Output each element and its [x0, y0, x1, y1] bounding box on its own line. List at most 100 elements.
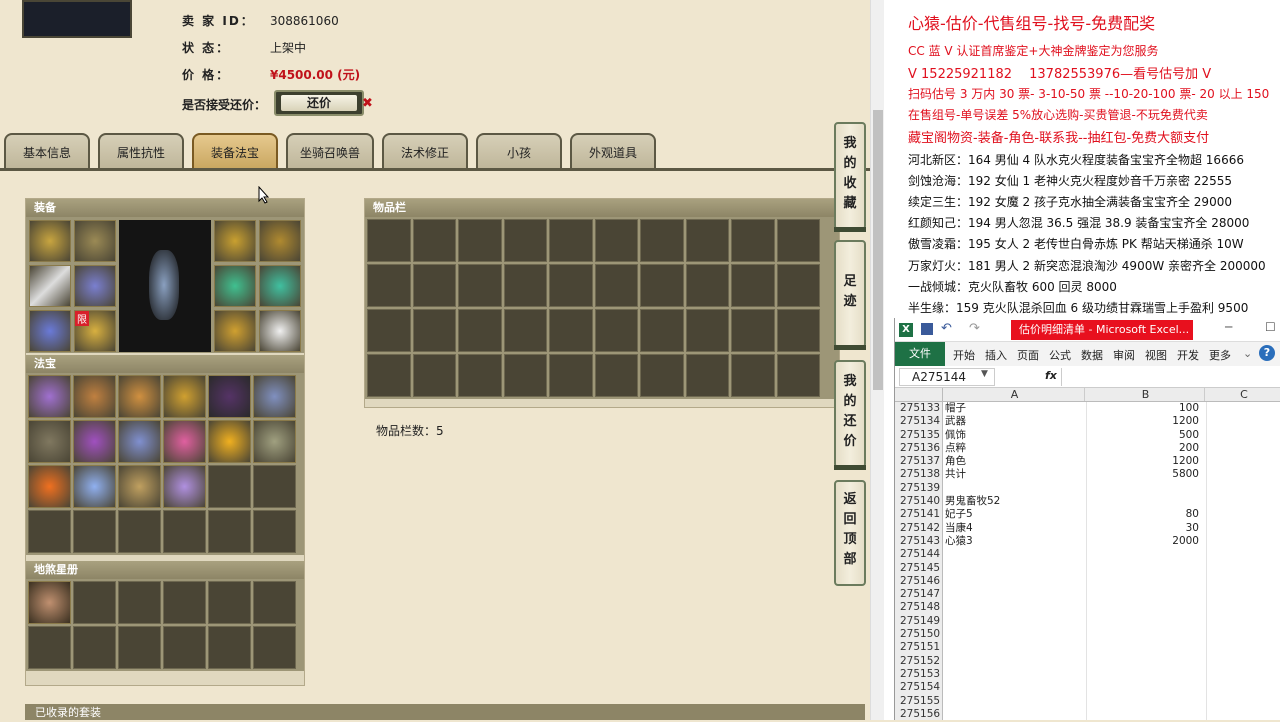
inventory-slot[interactable] — [367, 354, 411, 397]
inventory-slot[interactable] — [549, 354, 593, 397]
cell-a[interactable]: 妃子5 — [945, 508, 1085, 521]
fabao-slot[interactable] — [118, 465, 161, 508]
make-offer-button[interactable]: 还价 — [274, 90, 364, 116]
inventory-slot[interactable] — [594, 354, 638, 397]
inventory-slot[interactable] — [412, 219, 456, 262]
row-number[interactable]: 275155 — [895, 694, 943, 708]
row-number[interactable]: 275135 — [895, 428, 943, 442]
formula-input[interactable] — [1061, 368, 1280, 386]
star-slot[interactable] — [163, 626, 206, 669]
tab-file[interactable]: 文件 — [895, 342, 945, 366]
tab-spell-mod[interactable]: 法术修正 — [382, 133, 468, 169]
cell-a[interactable]: 点粹 — [945, 442, 1085, 455]
help-icon[interactable]: ? — [1259, 345, 1275, 361]
column-header-a[interactable]: A — [945, 388, 1085, 401]
row-number[interactable]: 275146 — [895, 574, 943, 589]
fabao-slot[interactable] — [253, 465, 296, 508]
sheet-row[interactable]: 275141 妃子5 80 — [895, 508, 1280, 522]
inventory-slot[interactable] — [412, 309, 456, 352]
fabao-slot[interactable] — [73, 510, 116, 553]
close-icon[interactable]: ✖ — [362, 96, 373, 111]
fabao-slot[interactable] — [163, 465, 206, 508]
cell-b[interactable]: 30 — [1087, 522, 1203, 535]
inventory-slot[interactable] — [503, 354, 547, 397]
fabao-slot[interactable] — [253, 510, 296, 553]
row-number[interactable]: 275138 — [895, 468, 943, 482]
sheet-row[interactable]: 275155 — [895, 694, 1280, 708]
cell-b[interactable]: 1200 — [1087, 415, 1203, 428]
inventory-slot[interactable] — [731, 309, 775, 352]
sheet-row[interactable]: 275144 — [895, 548, 1280, 562]
tab-page[interactable]: 页面 — [1017, 347, 1039, 363]
inventory-slot[interactable] — [731, 219, 775, 262]
inventory-slot[interactable] — [458, 309, 502, 352]
sheet-row[interactable]: 275135 佩饰 500 — [895, 428, 1280, 442]
inventory-slot[interactable] — [367, 219, 411, 262]
cell-a[interactable]: 男鬼畜牧52 — [945, 495, 1085, 508]
inventory-slot[interactable] — [503, 309, 547, 352]
cell-a[interactable]: 当康4 — [945, 522, 1085, 535]
row-number[interactable]: 275134 — [895, 415, 943, 429]
inventory-slot[interactable] — [503, 264, 547, 307]
tab-more[interactable]: 更多 — [1209, 347, 1231, 363]
row-number[interactable]: 275137 — [895, 455, 943, 469]
inventory-slot[interactable] — [549, 264, 593, 307]
tab-attributes[interactable]: 属性抗性 — [98, 133, 184, 169]
inventory-slot[interactable] — [685, 219, 729, 262]
row-number[interactable]: 275140 — [895, 495, 943, 509]
row-number[interactable]: 275145 — [895, 561, 943, 575]
cell-a[interactable]: 心猿3 — [945, 535, 1085, 548]
fabao-slot[interactable] — [208, 465, 251, 508]
equip-slot[interactable] — [214, 220, 256, 262]
star-slot[interactable] — [208, 581, 251, 624]
star-slot[interactable] — [28, 581, 71, 624]
fabao-slot[interactable] — [73, 465, 116, 508]
row-number[interactable]: 275148 — [895, 601, 943, 615]
sheet-row[interactable]: 275150 — [895, 628, 1280, 642]
row-number[interactable]: 275156 — [895, 707, 943, 720]
tab-developer[interactable]: 开发 — [1177, 347, 1199, 363]
inventory-slot[interactable] — [503, 219, 547, 262]
inventory-slot[interactable] — [367, 309, 411, 352]
equip-slot[interactable] — [214, 265, 256, 307]
sheet-row[interactable]: 275145 — [895, 561, 1280, 575]
cell-a[interactable]: 帽子 — [945, 402, 1085, 415]
fabao-slot[interactable] — [163, 510, 206, 553]
inventory-slot[interactable] — [731, 354, 775, 397]
cell-b[interactable]: 5800 — [1087, 468, 1203, 481]
row-number[interactable]: 275150 — [895, 628, 943, 642]
tab-basic-info[interactable]: 基本信息 — [4, 133, 90, 169]
fabao-slot[interactable] — [118, 375, 161, 418]
star-slot[interactable] — [253, 626, 296, 669]
page-scrollbar[interactable] — [870, 0, 884, 720]
cell-a[interactable]: 武器 — [945, 415, 1085, 428]
redo-icon[interactable]: ↷ — [969, 321, 980, 336]
corner-cell[interactable] — [895, 388, 943, 402]
my-favorites-button[interactable]: 我的收藏 — [834, 122, 866, 232]
row-number[interactable]: 275143 — [895, 534, 943, 549]
inventory-slot[interactable] — [458, 219, 502, 262]
row-number[interactable]: 275153 — [895, 667, 943, 682]
cell-b[interactable]: 80 — [1087, 508, 1203, 521]
fabao-slot[interactable] — [73, 420, 116, 463]
fabao-slot[interactable] — [208, 510, 251, 553]
fabao-slot[interactable] — [208, 375, 251, 418]
fabao-slot[interactable] — [118, 420, 161, 463]
tab-view[interactable]: 视图 — [1145, 347, 1167, 363]
row-number[interactable]: 275136 — [895, 441, 943, 456]
cell-a[interactable]: 佩饰 — [945, 429, 1085, 442]
star-slot[interactable] — [73, 626, 116, 669]
fabao-slot[interactable] — [28, 510, 71, 553]
sheet-row[interactable]: 275148 — [895, 601, 1280, 615]
inventory-slot[interactable] — [594, 309, 638, 352]
row-number[interactable]: 275152 — [895, 654, 943, 668]
minimize-icon[interactable]: ─ — [1225, 320, 1232, 334]
sheet-row[interactable]: 275133 帽子 100 — [895, 402, 1280, 416]
fabao-slot[interactable] — [28, 375, 71, 418]
row-number[interactable]: 275142 — [895, 521, 943, 535]
row-number[interactable]: 275141 — [895, 508, 943, 522]
sheet-row[interactable]: 275142 当康4 30 — [895, 521, 1280, 535]
star-slot[interactable] — [118, 581, 161, 624]
inventory-slot[interactable] — [685, 309, 729, 352]
sheet-row[interactable]: 275143 心猿3 2000 — [895, 534, 1280, 549]
